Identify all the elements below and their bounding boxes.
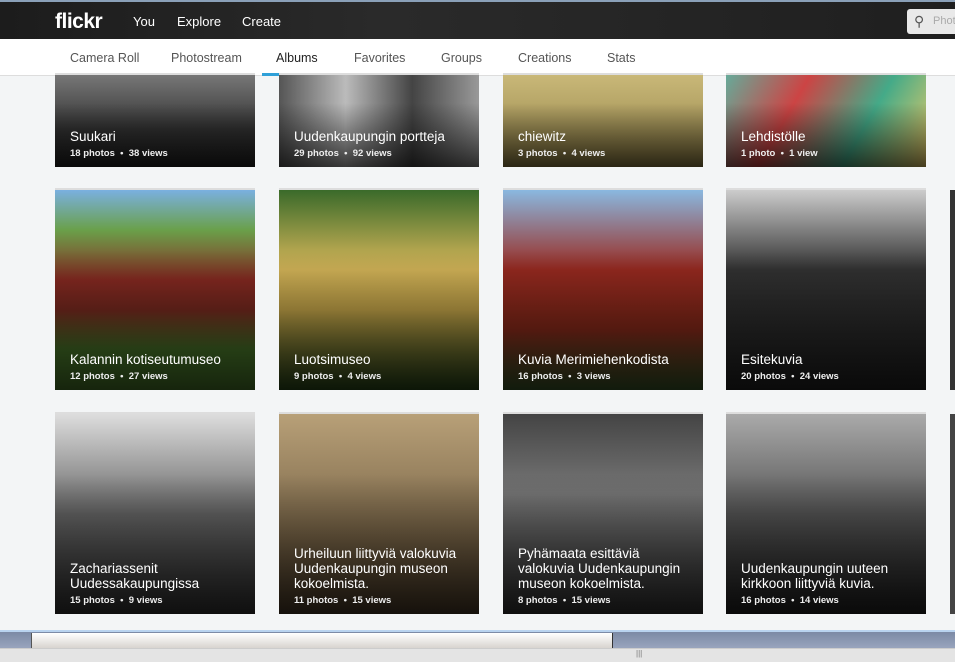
album-tile[interactable]: Uudenkaupungin uuteen kirkkoon liittyviä… — [726, 414, 926, 614]
album-title: chiewitz — [518, 129, 567, 144]
album-title: Kuvia Merimiehenkodista — [518, 352, 669, 367]
album-stats: 20 photos • 24 views — [741, 371, 839, 382]
album-title: Lehdistölle — [741, 129, 806, 144]
album-title: Pyhämaata esittäviä valokuvia Uudenkaupu… — [518, 546, 681, 591]
album-title: Urheiluun liittyviä valokuvia Uudenkaupu… — [294, 546, 457, 591]
album-tile[interactable]: Suukari 18 photos • 38 views — [55, 75, 255, 167]
album-tile[interactable]: Esitekuvia 20 photos • 24 views — [726, 190, 926, 390]
album-stats: 11 photos • 15 views — [294, 595, 392, 606]
nav-create[interactable]: Create — [242, 14, 281, 29]
album-shade — [726, 250, 926, 390]
album-tile[interactable]: Urheiluun liittyviä valokuvia Uudenkaupu… — [279, 414, 479, 614]
resize-grip-icon: ||| — [636, 649, 643, 658]
album-stats: 9 photos • 4 views — [294, 371, 382, 382]
album-tile[interactable]: Kuvia Merimiehenkodista 16 photos • 3 vie… — [503, 190, 703, 390]
flickr-logo[interactable]: flickr — [55, 10, 103, 34]
album-tile[interactable]: Kalannin kotiseutumuseo 12 photos • 27 vi… — [55, 190, 255, 390]
nav-explore[interactable]: Explore — [177, 14, 221, 29]
album-shade — [503, 474, 703, 614]
album-shade — [55, 250, 255, 390]
top-navigation-bar: flickr You Explore Create ⚲ Phot — [0, 0, 955, 39]
album-tile[interactable]: Uudenkaupungin portteja 29 photos • 92 vi… — [279, 75, 479, 167]
scrollbar-thumb[interactable] — [31, 633, 613, 648]
album-tile[interactable]: Luotsimuseo 9 photos • 4 views — [279, 190, 479, 390]
tab-photostream[interactable]: Photostream — [171, 51, 242, 65]
horizontal-scrollbar[interactable] — [0, 630, 955, 648]
album-title: Luotsimuseo — [294, 352, 371, 367]
tab-favorites[interactable]: Favorites — [354, 51, 405, 65]
tab-camera-roll[interactable]: Camera Roll — [70, 51, 139, 65]
album-stats: 29 photos • 92 views — [294, 148, 392, 159]
album-title: Uudenkaupungin uuteen kirkkoon liittyviä… — [741, 561, 889, 591]
album-shade — [55, 474, 255, 614]
search-placeholder: Phot — [933, 15, 955, 27]
album-title: Esitekuvia — [741, 352, 803, 367]
album-stats: 16 photos • 3 views — [518, 371, 611, 382]
album-shade — [503, 250, 703, 390]
album-tile-partial[interactable] — [950, 414, 955, 614]
tab-stats[interactable]: Stats — [607, 51, 636, 65]
album-title: Suukari — [70, 129, 116, 144]
tab-groups[interactable]: Groups — [441, 51, 482, 65]
status-bar: ||| — [0, 648, 955, 662]
album-title: Uudenkaupungin portteja — [294, 129, 445, 144]
profile-tabs: Camera Roll Photostream Albums Favorites… — [0, 39, 955, 76]
album-title: Zachariassenit Uudessakaupungissa — [70, 561, 200, 591]
album-tile[interactable]: Pyhämaata esittäviä valokuvia Uudenkaupu… — [503, 414, 703, 614]
album-stats: 3 photos • 4 views — [518, 148, 606, 159]
search-icon: ⚲ — [914, 13, 925, 29]
album-shade — [279, 474, 479, 614]
tab-creations[interactable]: Creations — [518, 51, 572, 65]
nav-you[interactable]: You — [133, 14, 155, 29]
album-tile-partial[interactable] — [950, 190, 955, 390]
search-input[interactable]: ⚲ Phot — [907, 9, 955, 34]
album-tile[interactable]: chiewitz 3 photos • 4 views — [503, 75, 703, 167]
album-stats: 1 photo • 1 view — [741, 148, 818, 159]
album-stats: 16 photos • 14 views — [741, 595, 839, 606]
album-shade — [279, 250, 479, 390]
album-stats: 15 photos • 9 views — [70, 595, 163, 606]
album-title: Kalannin kotiseutumuseo — [70, 352, 221, 367]
album-tile[interactable]: Zachariassenit Uudessakaupungissa 15 phot… — [55, 414, 255, 614]
album-stats: 12 photos • 27 views — [70, 371, 168, 382]
album-stats: 8 photos • 15 views — [518, 595, 611, 606]
tab-albums[interactable]: Albums — [276, 51, 318, 65]
album-stats: 18 photos • 38 views — [70, 148, 168, 159]
album-tile[interactable]: Lehdistölle 1 photo • 1 view — [726, 75, 926, 167]
album-shade — [726, 474, 926, 614]
